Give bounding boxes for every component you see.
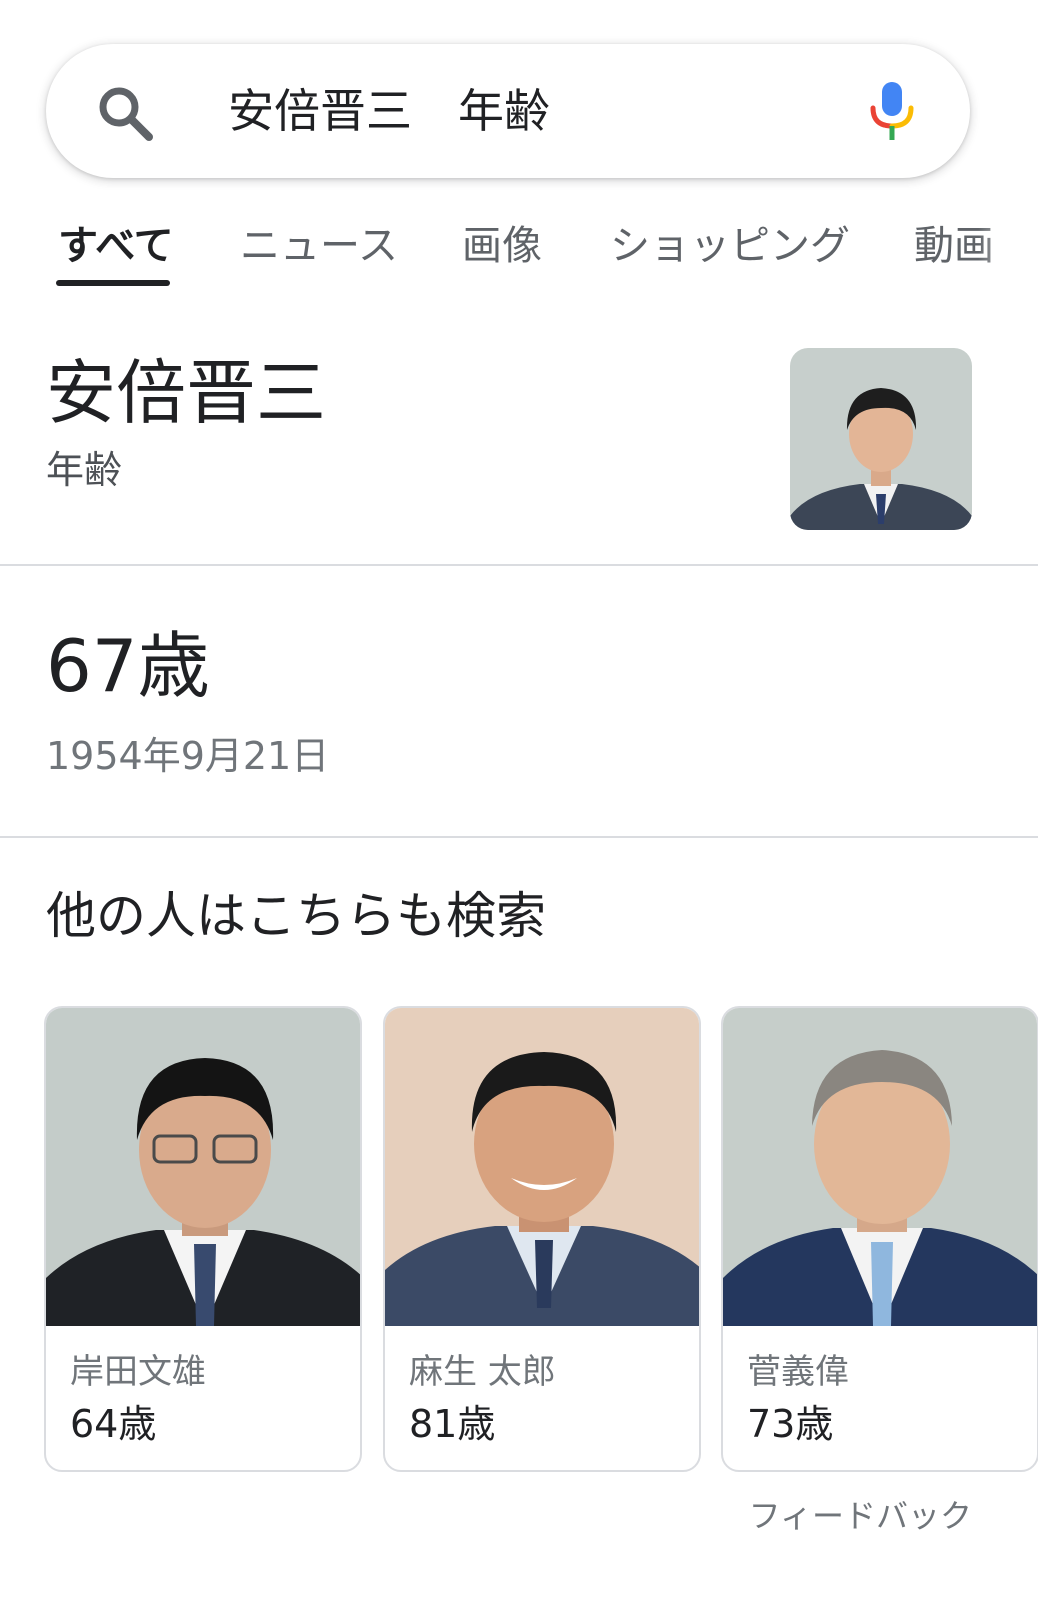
entity-title[interactable]: 安倍晋三 <box>46 350 326 436</box>
answer-age: 67歳 <box>46 624 210 708</box>
person-name: 岸田文雄 <box>70 1352 206 1392</box>
person-card[interactable]: 岸田文雄 64歳 <box>44 1006 362 1472</box>
birth-date: 1954年9月21日 <box>46 734 330 778</box>
search-icon[interactable] <box>96 84 154 142</box>
person-photo <box>385 1008 699 1326</box>
person-photo <box>46 1008 360 1326</box>
person-age: 81歳 <box>409 1402 496 1446</box>
person-name: 麻生 太郎 <box>409 1352 556 1392</box>
microphone-icon[interactable] <box>868 82 916 142</box>
person-card[interactable]: 麻生 太郎 81歳 <box>383 1006 701 1472</box>
search-tabs: すべて ニュース 画像 ショッピング 動画 <box>0 210 1038 290</box>
person-age: 64歳 <box>70 1402 157 1446</box>
entity-attribute: 年齢 <box>46 448 123 492</box>
people-also-search-title: 他の人はこちらも検索 <box>46 887 546 945</box>
tab-news[interactable]: ニュース <box>240 220 398 272</box>
tab-all[interactable]: すべて <box>58 220 174 272</box>
entity-photo[interactable] <box>790 348 972 530</box>
tab-images[interactable]: 画像 <box>462 220 542 272</box>
active-tab-indicator <box>56 280 170 286</box>
feedback-link[interactable]: フィードバック <box>749 1496 972 1536</box>
search-input[interactable]: 安倍晋三 年齢 <box>228 80 550 142</box>
person-card[interactable]: 菅義偉 73歳 <box>721 1006 1038 1472</box>
person-name: 菅義偉 <box>747 1352 849 1392</box>
tab-shopping[interactable]: ショッピング <box>610 220 850 272</box>
section-divider <box>0 836 1038 838</box>
person-age: 73歳 <box>747 1402 834 1446</box>
tabs-fade-overlay <box>978 210 1038 290</box>
person-photo <box>723 1008 1037 1326</box>
section-divider <box>0 564 1038 566</box>
